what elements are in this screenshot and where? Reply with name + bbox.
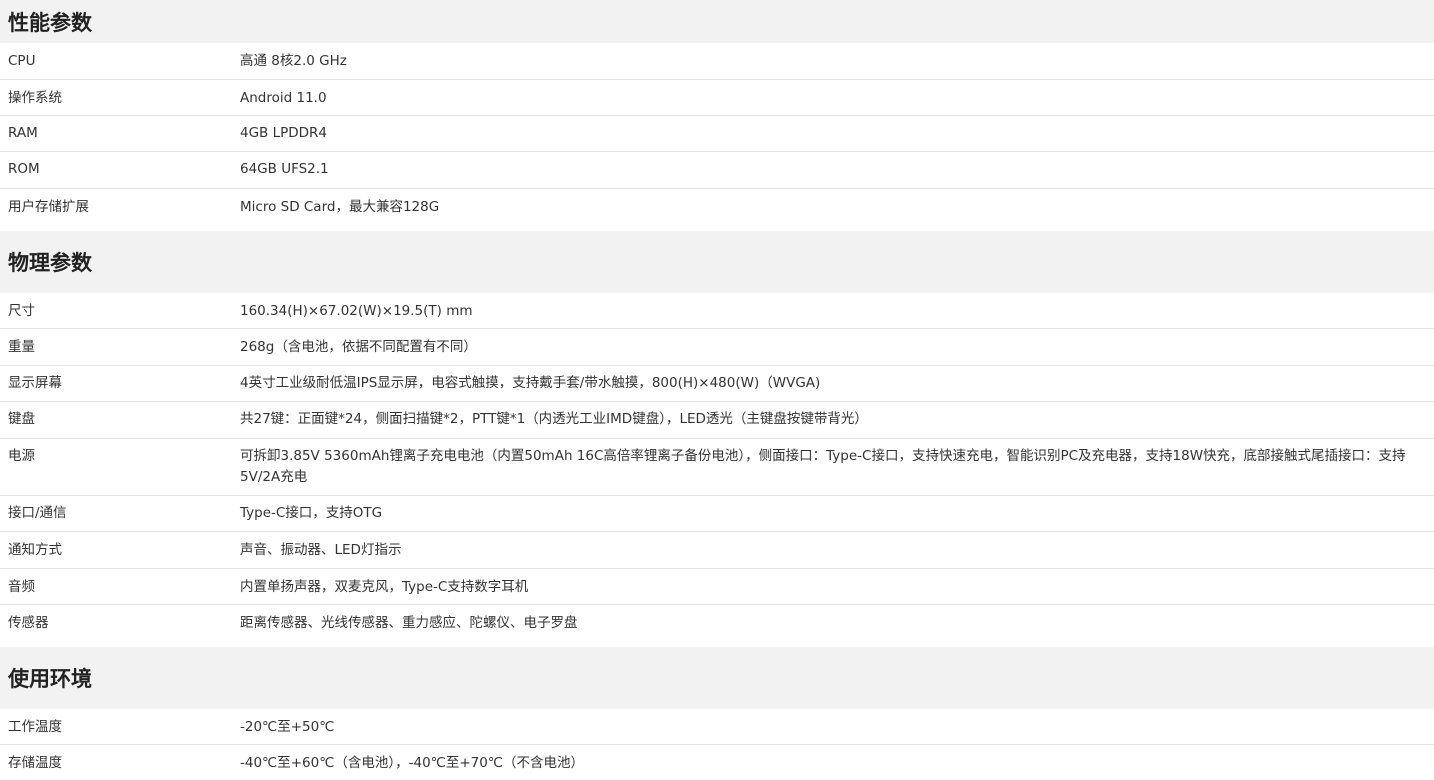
spec-label: 电源: [8, 448, 35, 464]
spec-sheet: 性能参数 CPU 高通 8核2.0 GHz 操作系统 Android 11.0 …: [0, 0, 1434, 780]
spec-row: ROM 64GB UFS2.1: [0, 152, 1434, 189]
spec-value: Micro SD Card，最大兼容128G: [240, 199, 440, 215]
spec-value: 268g（含电池，依据不同配置有不同）: [240, 339, 477, 355]
spec-label: 尺寸: [8, 303, 35, 319]
spec-value: 声音、振动器、LED灯指示: [240, 542, 402, 558]
spec-label: 重量: [8, 339, 35, 355]
spec-label: 通知方式: [8, 542, 62, 558]
spec-value: -40℃至+60℃（含电池），-40℃至+70℃（不含电池）: [240, 755, 584, 771]
spec-row: 传感器 距离传感器、光线传感器、重力感应、陀螺仪、电子罗盘: [0, 605, 1434, 647]
spec-label: CPU: [8, 53, 36, 69]
spec-row: RAM 4GB LPDDR4: [0, 116, 1434, 152]
spec-row: 通知方式 声音、振动器、LED灯指示: [0, 532, 1434, 569]
spec-label: 接口/通信: [8, 505, 67, 521]
spec-row: 尺寸 160.34(H)×67.02(W)×19.5(T) mm: [0, 293, 1434, 329]
spec-row: 重量 268g（含电池，依据不同配置有不同）: [0, 329, 1434, 366]
spec-row: 电源 可拆卸3.85V 5360mAh锂离子充电电池（内置50mAh 16C高倍…: [0, 439, 1434, 496]
spec-value: 内置单扬声器，双麦克风，Type-C支持数字耳机: [240, 579, 529, 595]
spec-label: 操作系统: [8, 90, 62, 106]
spec-value: 4英寸工业级耐低温IPS显示屏，电容式触摸，支持戴手套/带水触摸，800(H)×…: [240, 375, 821, 391]
spec-value: 64GB UFS2.1: [240, 161, 329, 177]
spec-label: ROM: [8, 161, 40, 177]
spec-row: 音频 内置单扬声器，双麦克风，Type-C支持数字耳机: [0, 569, 1434, 605]
spec-row: 存储温度 -40℃至+60℃（含电池），-40℃至+70℃（不含电池）: [0, 745, 1434, 780]
spec-label: 用户存储扩展: [8, 199, 89, 215]
section-header-physical: 物理参数: [0, 231, 1434, 293]
spec-label: 音频: [8, 579, 35, 595]
spec-row: CPU 高通 8核2.0 GHz: [0, 43, 1434, 80]
spec-value: 160.34(H)×67.02(W)×19.5(T) mm: [240, 303, 473, 319]
spec-row: 操作系统 Android 11.0: [0, 80, 1434, 116]
spec-row: 接口/通信 Type-C接口，支持OTG: [0, 496, 1434, 532]
spec-label: RAM: [8, 125, 38, 141]
spec-value: -20℃至+50℃: [240, 719, 335, 735]
section-header-performance: 性能参数: [0, 0, 1434, 43]
section-header-environment: 使用环境: [0, 647, 1434, 709]
spec-value: Android 11.0: [240, 90, 327, 106]
spec-value: 共27键：正面键*24，侧面扫描键*2，PTT键*1（内透光工业IMD键盘），L…: [240, 411, 868, 427]
spec-label: 工作温度: [8, 719, 62, 735]
spec-label: 传感器: [8, 615, 49, 631]
spec-row: 用户存储扩展 Micro SD Card，最大兼容128G: [0, 189, 1434, 231]
spec-value: 距离传感器、光线传感器、重力感应、陀螺仪、电子罗盘: [240, 615, 578, 631]
spec-value: 高通 8核2.0 GHz: [240, 53, 347, 69]
spec-label: 键盘: [8, 411, 35, 427]
spec-value: 4GB LPDDR4: [240, 125, 328, 141]
spec-value: Type-C接口，支持OTG: [240, 505, 383, 521]
spec-label: 显示屏幕: [8, 375, 62, 391]
spec-label: 存储温度: [8, 755, 62, 771]
spec-row: 显示屏幕 4英寸工业级耐低温IPS显示屏，电容式触摸，支持戴手套/带水触摸，80…: [0, 366, 1434, 402]
spec-row: 工作温度 -20℃至+50℃: [0, 709, 1434, 745]
spec-row: 键盘 共27键：正面键*24，侧面扫描键*2，PTT键*1（内透光工业IMD键盘…: [0, 402, 1434, 439]
spec-value: 可拆卸3.85V 5360mAh锂离子充电电池（内置50mAh 16C高倍率锂离…: [240, 448, 1406, 485]
